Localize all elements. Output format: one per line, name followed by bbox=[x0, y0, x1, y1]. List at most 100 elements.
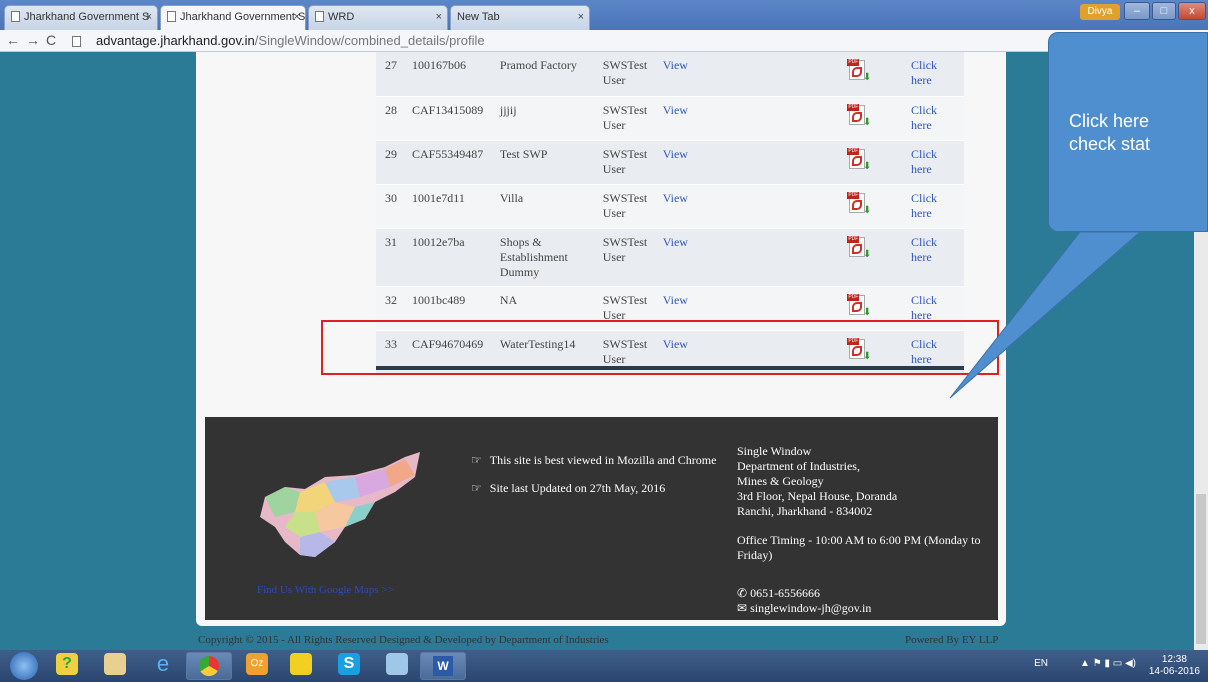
view-link[interactable]: View bbox=[656, 228, 842, 287]
updated-note-text: Site last Updated on 27th May, 2016 bbox=[489, 481, 666, 495]
help-icon[interactable]: ? bbox=[56, 653, 78, 675]
user-badge[interactable]: Divya bbox=[1080, 4, 1120, 20]
pdf-download-icon[interactable]: PDF ⬇ bbox=[847, 293, 871, 318]
updated-note: ☞ Site last Updated on 27th May, 2016 bbox=[471, 481, 665, 496]
tab-label: Jharkhand Government S bbox=[24, 11, 150, 23]
tab-new[interactable]: New Tab × bbox=[450, 5, 590, 30]
applications-panel: 27 100167b06 Pramod Factory SWSTest User Vie… bbox=[196, 52, 1006, 454]
tab-jharkhand-2[interactable]: Jharkhand Government S × bbox=[160, 5, 306, 30]
address-line: Department of Industries, bbox=[737, 459, 860, 473]
callout-line: check stat bbox=[1069, 134, 1151, 154]
table-row: 31 10012e7ba Shops & Establishment Dummy SW… bbox=[376, 228, 964, 287]
status-link[interactable]: Click here bbox=[905, 228, 952, 287]
url-path: /SingleWindow/combined_details/profile bbox=[254, 33, 485, 48]
spacer-cell bbox=[951, 228, 964, 287]
close-tab-icon[interactable]: × bbox=[146, 11, 152, 23]
reload-icon[interactable]: C bbox=[46, 32, 56, 48]
view-link[interactable]: View bbox=[656, 96, 842, 141]
status-link[interactable]: Click here bbox=[905, 184, 952, 229]
close-tab-icon[interactable]: × bbox=[294, 11, 300, 23]
internet-explorer-icon[interactable]: e bbox=[152, 653, 174, 675]
pdf-cell: PDF ⬇ bbox=[841, 140, 906, 185]
skype-icon[interactable]: S bbox=[338, 653, 360, 675]
unit-name: jjjij bbox=[493, 96, 597, 141]
row-number: 31 bbox=[376, 228, 406, 287]
office-timing: Office Timing - 10:00 AM to 6:00 PM (Mon… bbox=[737, 533, 981, 562]
explorer-icon[interactable] bbox=[104, 653, 126, 675]
application-id: CAF13415089 bbox=[405, 96, 494, 141]
view-link[interactable]: View bbox=[656, 52, 842, 97]
word-taskbar-button[interactable]: W bbox=[420, 652, 466, 680]
pdf-download-icon[interactable]: PDF ⬇ bbox=[847, 147, 871, 172]
unit-name: Shops & Establishment Dummy bbox=[493, 228, 597, 287]
phone-number: 0651-6556666 bbox=[750, 586, 821, 600]
language-indicator[interactable]: EN bbox=[1034, 658, 1048, 669]
close-window-button[interactable]: x bbox=[1178, 2, 1206, 20]
chrome-taskbar-button[interactable] bbox=[186, 652, 232, 680]
page-content: 27 100167b06 Pramod Factory SWSTest User Vie… bbox=[0, 52, 1208, 650]
submitted-by: SWSTest User bbox=[596, 228, 657, 287]
clock[interactable]: 12:38 14-06-2016 bbox=[1149, 654, 1200, 678]
highlight-box bbox=[321, 320, 999, 375]
scrollbar-thumb[interactable] bbox=[1196, 494, 1206, 644]
clock-time: 12:38 bbox=[1161, 654, 1187, 665]
pdf-cell: PDF ⬇ bbox=[841, 228, 906, 287]
table-row: 27 100167b06 Pramod Factory SWSTest User Vie… bbox=[376, 52, 964, 97]
pdf-download-icon[interactable]: PDF ⬇ bbox=[847, 58, 871, 83]
pdf-download-icon[interactable]: PDF ⬇ bbox=[847, 191, 871, 216]
page-icon bbox=[11, 11, 20, 22]
pdf-download-icon[interactable]: PDF ⬇ bbox=[847, 103, 871, 128]
row-number: 28 bbox=[376, 96, 406, 141]
windows-taskbar: ? e Oz S W EN ▲ ⚑ ▮ ▭ ◀) 12:38 14-06-201… bbox=[0, 650, 1208, 682]
back-arrow-icon[interactable]: ← bbox=[6, 32, 20, 48]
close-tab-icon[interactable]: × bbox=[436, 11, 442, 23]
start-button-icon[interactable] bbox=[10, 652, 38, 680]
application-id: 1001e7d11 bbox=[405, 184, 494, 229]
unit-name: Villa bbox=[493, 184, 597, 229]
url-field[interactable]: advantage.jharkhand.gov.in/SingleWindow/… bbox=[96, 33, 485, 48]
row-number: 29 bbox=[376, 140, 406, 185]
unit-name: Test SWP bbox=[493, 140, 597, 185]
outlook-icon[interactable]: Oz bbox=[246, 653, 268, 675]
application-id: 10012e7ba bbox=[405, 228, 494, 287]
address-line: Ranchi, Jharkhand - 834002 bbox=[737, 504, 873, 518]
pointing-hand-icon: ☞ bbox=[471, 481, 482, 495]
forward-arrow-icon[interactable]: → bbox=[26, 32, 40, 48]
tab-label: New Tab bbox=[457, 11, 500, 23]
status-link[interactable]: Click here bbox=[905, 140, 952, 185]
browser-tab-bar: Jharkhand Government S × Jharkhand Gover… bbox=[0, 0, 1208, 30]
clock-date: 14-06-2016 bbox=[1148, 666, 1200, 677]
submitted-by: SWSTest User bbox=[596, 184, 657, 229]
view-link[interactable]: View bbox=[656, 140, 842, 185]
page-icon bbox=[315, 11, 324, 22]
tab-wrd[interactable]: WRD × bbox=[308, 5, 448, 30]
system-tray-icons[interactable]: ▲ ⚑ ▮ ▭ ◀) bbox=[1080, 658, 1136, 669]
view-link[interactable]: View bbox=[656, 184, 842, 229]
pdf-download-icon[interactable]: PDF ⬇ bbox=[847, 235, 871, 260]
tab-label: Jharkhand Government S bbox=[180, 11, 306, 23]
pointing-hand-icon: ☞ bbox=[471, 453, 482, 467]
minimize-button[interactable]: – bbox=[1124, 2, 1150, 20]
chrome-icon bbox=[199, 656, 219, 676]
submitted-by: SWSTest User bbox=[596, 52, 657, 97]
email-address[interactable]: singlewindow-jh@gov.in bbox=[750, 601, 871, 615]
contact-info: ✆ 0651-6556666 ✉ singlewindow-jh@gov.in bbox=[737, 586, 871, 616]
phone-icon: ✆ bbox=[737, 586, 748, 600]
ey-discover-icon[interactable] bbox=[290, 653, 312, 675]
word-icon: W bbox=[433, 656, 453, 676]
tab-jharkhand-1[interactable]: Jharkhand Government S × bbox=[4, 5, 158, 30]
close-tab-icon[interactable]: × bbox=[578, 11, 584, 23]
status-link[interactable]: Click here bbox=[905, 96, 952, 141]
remote-desktop-icon[interactable] bbox=[386, 653, 408, 675]
row-number: 30 bbox=[376, 184, 406, 229]
pdf-cell: PDF ⬇ bbox=[841, 52, 906, 97]
row-number: 27 bbox=[376, 52, 406, 97]
google-maps-link[interactable]: Find Us With Google Maps >> bbox=[257, 584, 394, 596]
maximize-button[interactable]: □ bbox=[1152, 2, 1176, 20]
callout-text: Click here check stat bbox=[1069, 110, 1150, 156]
tab-label: WRD bbox=[328, 11, 355, 23]
site-footer: Find Us With Google Maps >> ☞ This site i… bbox=[205, 417, 998, 620]
office-address: Single Window Department of Industries, … bbox=[737, 444, 997, 563]
status-link[interactable]: Click here bbox=[905, 52, 952, 97]
unit-name: Pramod Factory bbox=[493, 52, 597, 97]
